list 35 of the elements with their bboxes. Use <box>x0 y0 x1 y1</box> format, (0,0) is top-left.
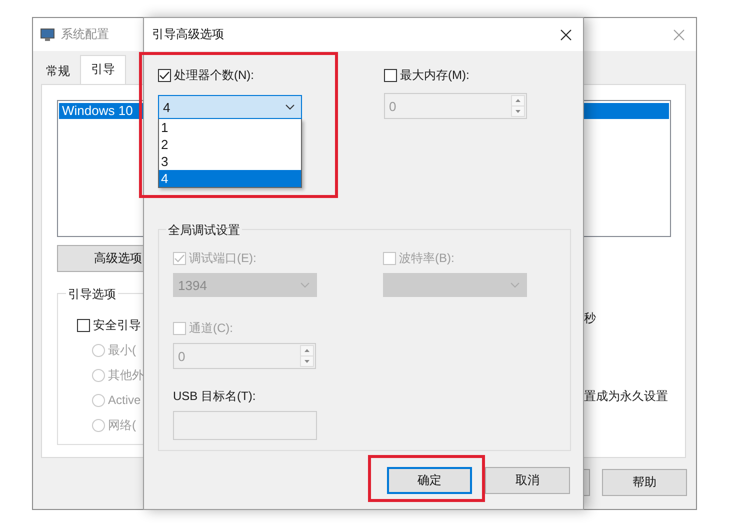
checkbox-label: 通道(C): <box>189 320 233 336</box>
checkbox-label: 调试端口(E): <box>189 250 256 266</box>
radio-label: 最小( <box>108 342 136 358</box>
chevron-down-icon <box>510 282 520 288</box>
radio-label: 网络( <box>108 416 136 434</box>
dropdown-option[interactable]: 2 <box>159 136 301 153</box>
checkbox-label: 波特率(B): <box>399 250 454 266</box>
radio-label: Active <box>108 393 141 407</box>
computer-icon <box>40 28 56 42</box>
dropdown-option[interactable]: 4 <box>159 170 301 187</box>
cancel-button[interactable]: 取消 <box>485 467 570 494</box>
group-title: 引导选项 <box>66 286 118 303</box>
checkbox-label: 处理器个数(N): <box>174 66 254 84</box>
chevron-down-icon <box>285 104 295 110</box>
ok-button[interactable]: 确定 <box>387 467 472 494</box>
checkbox-label: 安全引导 <box>93 316 141 334</box>
option-text: 秒 <box>584 310 597 327</box>
checkbox[interactable] <box>77 318 90 332</box>
baud-rate-dropdown[interactable] <box>383 273 527 297</box>
dialog-title: 引导高级选项 <box>152 26 224 43</box>
dropdown-option[interactable]: 3 <box>159 153 301 170</box>
dropdown-option[interactable]: 1 <box>159 119 301 136</box>
close-icon[interactable] <box>560 29 572 41</box>
help-button[interactable]: 帮助 <box>602 469 687 496</box>
window-title: 系统配置 <box>61 26 109 43</box>
radio-label: 其他外 <box>108 366 144 384</box>
checkbox[interactable] <box>158 68 171 82</box>
checkbox-label: 最大内存(M): <box>400 66 470 84</box>
option-text: 置成为永久设置 <box>584 388 669 405</box>
usb-target-label: USB 目标名(T): <box>173 388 257 404</box>
tab[interactable]: 常规 <box>41 59 76 84</box>
processor-count-dropdown[interactable]: 4 <box>158 95 302 119</box>
tab[interactable]: 引导 <box>80 55 126 84</box>
spin-arrows-icon[interactable] <box>300 345 314 367</box>
chevron-down-icon <box>300 282 310 288</box>
